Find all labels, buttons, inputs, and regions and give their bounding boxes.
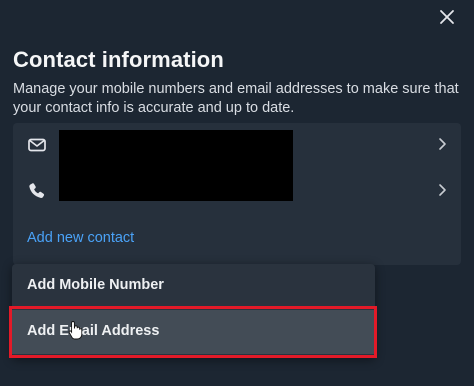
close-button[interactable] (434, 4, 460, 30)
close-icon (440, 10, 454, 24)
menu-item-add-mobile-number[interactable]: Add Mobile Number (12, 264, 375, 308)
phone-icon (29, 183, 45, 198)
menu-item-label: Add Mobile Number (27, 277, 164, 293)
contact-information-dialog: Contact information Manage your mobile n… (0, 0, 474, 386)
menu-item-label: Add Email Address (27, 323, 160, 339)
chevron-right-icon (439, 138, 446, 150)
chevron-right-icon (439, 184, 446, 196)
redaction-block (59, 130, 293, 201)
menu-item-add-email-address[interactable]: Add Email Address (12, 310, 375, 354)
add-new-contact-link[interactable]: Add new contact (27, 230, 134, 246)
add-contact-menu: Add Mobile Number Add Email Address (12, 264, 375, 358)
mail-icon (28, 138, 46, 152)
dialog-title: Contact information (13, 47, 224, 72)
dialog-description: Manage your mobile numbers and email add… (13, 81, 459, 116)
